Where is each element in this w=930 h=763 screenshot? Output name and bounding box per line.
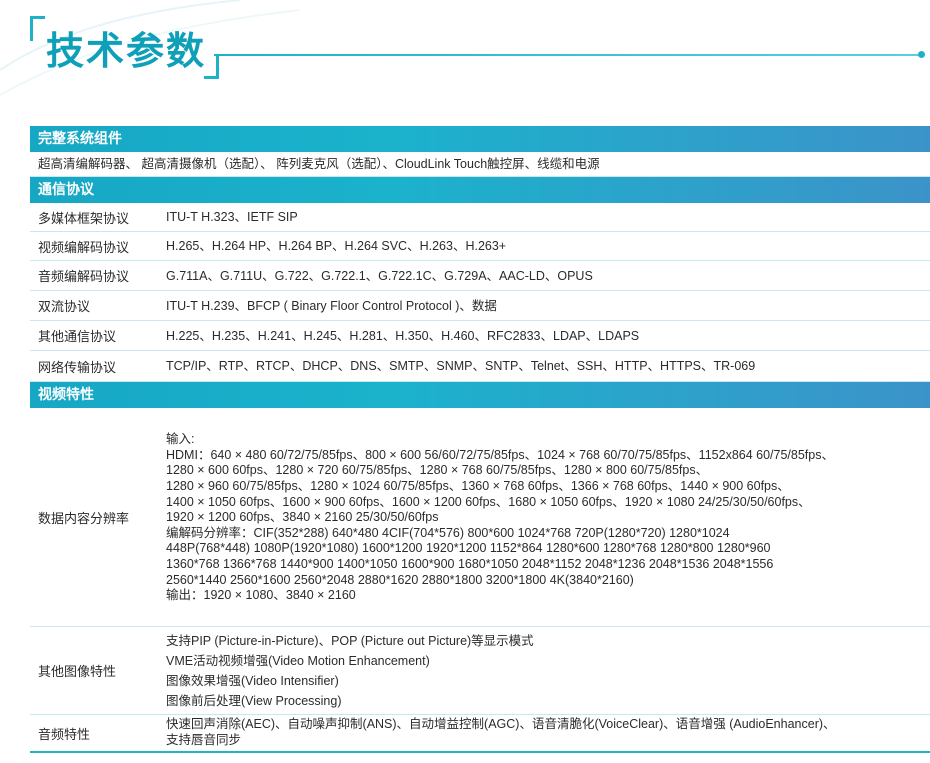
- value-line: 1920 × 1200 60fps、3840 × 2160 25/30/50/6…: [166, 510, 439, 525]
- value-line: VME活动视频增强(Video Motion Enhancement): [166, 653, 430, 668]
- row-value: TCP/IP、RTP、RTCP、DHCP、DNS、SMTP、SNMP、SNTP、…: [166, 351, 930, 381]
- row-label: 视频编解码协议: [38, 240, 130, 256]
- table-row: 音频特性 快速回声消除(AEC)、自动噪声抑制(ANS)、自动增益控制(AGC)…: [30, 715, 930, 753]
- row-label: 数据内容分辨率: [38, 511, 130, 527]
- value-line: 支持PIP (Picture-in-Picture)、POP (Picture …: [166, 633, 534, 648]
- value-line: 1360*768 1366*768 1440*900 1400*1050 160…: [166, 556, 774, 571]
- row-label: 网络传输协议: [38, 360, 117, 376]
- row-label: 其他图像特性: [38, 665, 117, 680]
- table-row: 音频编解码协议 G.711A、G.711U、G.722、G.722.1、G.72…: [30, 261, 930, 291]
- spec-table: 完整系统组件 超高清编解码器、 超高清摄像机（选配）、 阵列麦克风（选配）、Cl…: [30, 126, 930, 753]
- table-row: 视频编解码协议 H.265、H.264 HP、H.264 BP、H.264 SV…: [30, 232, 930, 261]
- row-value: 支持PIP (Picture-in-Picture)、POP (Picture …: [166, 627, 930, 714]
- value-line: 输出：1920 × 1080、3840 × 2160: [166, 588, 356, 603]
- row-label: 音频编解码协议: [38, 270, 130, 285]
- row-value: H.265、H.264 HP、H.264 BP、H.264 SVC、H.263、…: [166, 232, 930, 260]
- value-line: ITU-T H.323、IETF SIP: [166, 210, 298, 224]
- row-value: 快速回声消除(AEC)、自动噪声抑制(ANS)、自动增益控制(AGC)、语音清脆…: [166, 715, 930, 751]
- value-line: 图像前后处理(View Processing): [166, 693, 342, 708]
- value-line: 448P(768*448) 1080P(1920*1080) 1600*1200…: [166, 541, 771, 556]
- table-row: 数据内容分辨率 输入: HDMI：640 × 480 60/72/75/85fp…: [30, 408, 930, 627]
- table-row: 网络传输协议 TCP/IP、RTP、RTCP、DHCP、DNS、SMTP、SNM…: [30, 351, 930, 382]
- row-value: H.225、H.235、H.241、H.245、H.281、H.350、H.46…: [166, 321, 930, 350]
- section-heading-protocols: 通信协议: [30, 177, 930, 203]
- row-label: 其他通信协议: [38, 330, 117, 345]
- value-line: 编解码分辨率：CIF(352*288) 640*480 4CIF(704*576…: [166, 525, 730, 540]
- value-line: 1280 × 960 60/75/85fps、1280 × 1024 60/75…: [166, 479, 790, 494]
- section-heading-system: 完整系统组件: [30, 126, 930, 152]
- value-line: 2560*1440 2560*1600 2560*2048 2880*1620 …: [166, 572, 634, 587]
- row-value: G.711A、G.711U、G.722、G.722.1、G.722.1C、G.7…: [166, 261, 930, 290]
- table-row: 其他通信协议 H.225、H.235、H.241、H.245、H.281、H.3…: [30, 321, 930, 351]
- row-label: 双流协议: [38, 300, 91, 315]
- value-line: ITU-T H.239、BFCP ( Binary Floor Control …: [166, 298, 497, 313]
- row-label: 多媒体框架协议: [38, 211, 130, 227]
- bracket-top-left-icon: [30, 16, 45, 41]
- value-line: 支持唇音同步: [166, 733, 242, 747]
- header-dot-icon: [918, 51, 925, 58]
- value-line: 图像效果增强(Video Intensifier): [166, 673, 339, 688]
- section-header: 技术参数: [30, 8, 930, 88]
- value-line: 快速回声消除(AEC)、自动噪声抑制(ANS)、自动增益控制(AGC)、语音清脆…: [166, 717, 836, 732]
- bracket-bottom-right-icon: [204, 54, 219, 79]
- value-line: HDMI：640 × 480 60/72/75/85fps、800 × 600 …: [166, 447, 834, 462]
- row-label: 音频特性: [38, 727, 91, 743]
- value-line: TCP/IP、RTP、RTCP、DHCP、DNS、SMTP、SNMP、SNTP、…: [166, 359, 756, 373]
- row-value: ITU-T H.323、IETF SIP: [166, 203, 930, 231]
- value-line: H.265、H.264 HP、H.264 BP、H.264 SVC、H.263、…: [166, 239, 507, 253]
- row-value: 输入: HDMI：640 × 480 60/72/75/85fps、800 × …: [166, 408, 930, 626]
- header-rule: [214, 54, 920, 56]
- table-row: 其他图像特性 支持PIP (Picture-in-Picture)、POP (P…: [30, 627, 930, 715]
- value-line: H.225、H.235、H.241、H.245、H.281、H.350、H.46…: [166, 328, 640, 343]
- page-title: 技术参数: [46, 29, 207, 73]
- value-line: 输入:: [166, 432, 195, 447]
- table-row: 双流协议 ITU-T H.239、BFCP ( Binary Floor Con…: [30, 291, 930, 321]
- row-value: ITU-T H.239、BFCP ( Binary Floor Control …: [166, 291, 930, 320]
- value-line: 1280 × 600 60fps、1280 × 720 60/75/85fps、…: [166, 463, 709, 478]
- section-heading-video: 视频特性: [30, 382, 930, 408]
- system-components-row: 超高清编解码器、 超高清摄像机（选配）、 阵列麦克风（选配）、CloudLink…: [30, 152, 930, 177]
- table-row: 多媒体框架协议 ITU-T H.323、IETF SIP: [30, 203, 930, 232]
- value-line: G.711A、G.711U、G.722、G.722.1、G.722.1C、G.7…: [166, 268, 593, 283]
- value-line: 1400 × 1050 60fps、1600 × 900 60fps、1600 …: [166, 494, 811, 509]
